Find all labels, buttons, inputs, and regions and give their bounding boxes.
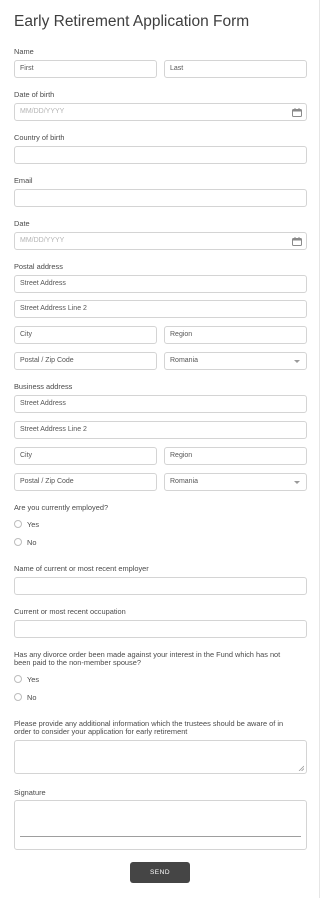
additional-info-label-line2: order to consider your application for e… (14, 727, 188, 736)
first-name-placeholder: First (20, 65, 34, 72)
postal-street2-placeholder: Street Address Line 2 (20, 305, 87, 312)
employer-input[interactable] (14, 577, 307, 595)
business-region-placeholder: Region (170, 452, 193, 459)
business-city-input[interactable]: City (14, 447, 157, 465)
divorce-no-label[interactable]: No (27, 693, 36, 702)
chevron-down-icon (294, 481, 300, 484)
postal-street-input[interactable]: Street Address (14, 275, 307, 293)
employed-no-radio[interactable] (14, 538, 22, 546)
dob-placeholder: MM/DD/YYYY (20, 108, 65, 115)
date-label: Date (14, 219, 30, 228)
business-address-label: Business address (14, 382, 73, 391)
postal-region-input[interactable]: Region (164, 326, 307, 344)
business-country-select[interactable]: Romania (164, 473, 307, 491)
employed-no-label[interactable]: No (27, 538, 36, 547)
business-city-placeholder: City (20, 452, 33, 459)
postal-zip-placeholder: Postal / Zip Code (20, 357, 74, 364)
occupation-label: Current or most recent occupation (14, 607, 126, 616)
business-street2-input[interactable]: Street Address Line 2 (14, 421, 307, 439)
signature-line (20, 836, 301, 837)
employed-yes-radio[interactable] (14, 520, 22, 528)
form-title: Early Retirement Application Form (14, 13, 250, 30)
postal-country-value: Romania (170, 357, 199, 364)
occupation-input[interactable] (14, 620, 307, 638)
date-placeholder: MM/DD/YYYY (20, 237, 65, 244)
email-input[interactable] (14, 189, 307, 207)
resize-grip-icon[interactable] (298, 765, 304, 771)
additional-info-textarea[interactable] (14, 740, 307, 774)
business-street-input[interactable]: Street Address (14, 395, 307, 413)
send-button[interactable]: SEND (130, 862, 190, 883)
dob-input[interactable]: MM/DD/YYYY (14, 103, 307, 121)
signature-label: Signature (14, 788, 46, 797)
postal-city-input[interactable]: City (14, 326, 157, 344)
postal-city-placeholder: City (20, 331, 33, 338)
postal-region-placeholder: Region (170, 331, 193, 338)
first-name-input[interactable]: First (14, 60, 157, 78)
divorce-no-radio[interactable] (14, 693, 22, 701)
chevron-down-icon (294, 360, 300, 363)
signature-pad[interactable] (14, 800, 307, 850)
divorce-question-line2: been paid to the non-member spouse? (14, 658, 141, 667)
business-street2-placeholder: Street Address Line 2 (20, 426, 87, 433)
employer-label: Name of current or most recent employer (14, 564, 149, 573)
business-zip-input[interactable]: Postal / Zip Code (14, 473, 157, 491)
employed-yes-label[interactable]: Yes (27, 520, 39, 529)
email-label: Email (14, 176, 33, 185)
last-name-placeholder: Last (170, 65, 184, 72)
postal-street2-input[interactable]: Street Address Line 2 (14, 300, 307, 318)
business-region-input[interactable]: Region (164, 447, 307, 465)
employed-question: Are you currently employed? (14, 503, 109, 512)
last-name-input[interactable]: Last (164, 60, 307, 78)
country-of-birth-input[interactable] (14, 146, 307, 164)
business-country-value: Romania (170, 478, 199, 485)
postal-zip-input[interactable]: Postal / Zip Code (14, 352, 157, 370)
business-zip-placeholder: Postal / Zip Code (20, 478, 74, 485)
business-street-placeholder: Street Address (20, 400, 66, 407)
country-of-birth-label: Country of birth (14, 133, 65, 142)
divorce-yes-radio[interactable] (14, 675, 22, 683)
name-label: Name (14, 47, 34, 56)
divorce-yes-label[interactable]: Yes (27, 675, 39, 684)
dob-label: Date of birth (14, 90, 55, 99)
calendar-icon[interactable] (292, 108, 302, 117)
calendar-icon[interactable] (292, 237, 302, 246)
postal-country-select[interactable]: Romania (164, 352, 307, 370)
postal-address-label: Postal address (14, 262, 63, 271)
postal-street-placeholder: Street Address (20, 280, 66, 287)
date-input[interactable]: MM/DD/YYYY (14, 232, 307, 250)
